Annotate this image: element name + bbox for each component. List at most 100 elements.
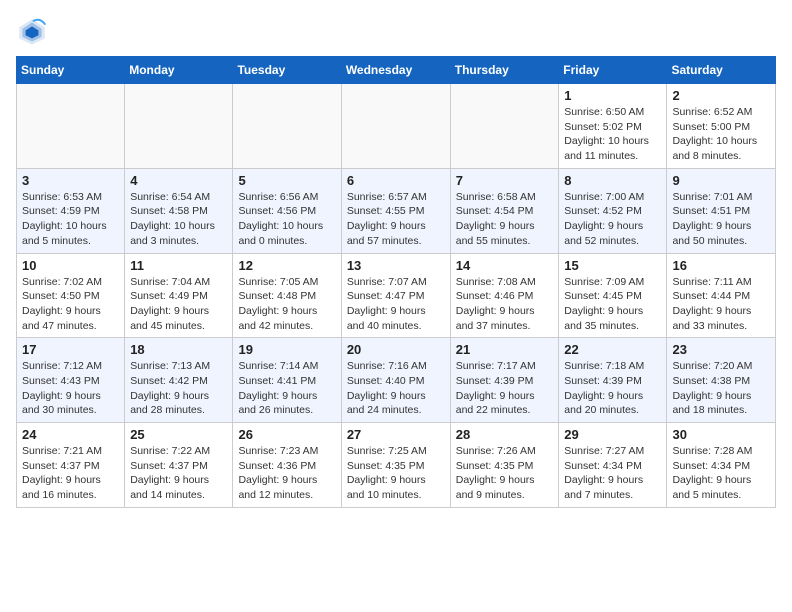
day-info: Sunrise: 7:21 AM Sunset: 4:37 PM Dayligh… (22, 444, 119, 503)
header-monday: Monday (125, 57, 233, 84)
day-info: Sunrise: 7:09 AM Sunset: 4:45 PM Dayligh… (564, 275, 661, 334)
calendar-cell: 23 Sunrise: 7:20 AM Sunset: 4:38 PM Dayli… (667, 338, 776, 423)
day-info: Sunrise: 7:02 AM Sunset: 4:50 PM Dayligh… (22, 275, 119, 334)
header-saturday: Saturday (667, 57, 776, 84)
day-number: 7 (456, 173, 554, 188)
calendar-cell: 6Sunrise: 6:57 AM Sunset: 4:55 PM Daylig… (341, 168, 450, 253)
calendar-cell: 16Sunrise: 7:11 AM Sunset: 4:44 PM Dayli… (667, 253, 776, 338)
day-number: 5 (238, 173, 335, 188)
day-info: Sunrise: 7:05 AM Sunset: 4:48 PM Dayligh… (238, 275, 335, 334)
calendar-cell: 12 Sunrise: 7:05 AM Sunset: 4:48 PM Dayli… (233, 253, 341, 338)
calendar-cell: 9 Sunrise: 7:01 AM Sunset: 4:51 PM Daylig… (667, 168, 776, 253)
calendar-week-3: 10 Sunrise: 7:02 AM Sunset: 4:50 PM Dayli… (17, 253, 776, 338)
calendar-cell: 25 Sunrise: 7:22 AM Sunset: 4:37 PM Dayli… (125, 423, 233, 508)
day-number: 22 (564, 342, 661, 357)
calendar-week-5: 24Sunrise: 7:21 AM Sunset: 4:37 PM Dayli… (17, 423, 776, 508)
calendar-cell: 10 Sunrise: 7:02 AM Sunset: 4:50 PM Dayli… (17, 253, 125, 338)
calendar-header-row: SundayMondayTuesdayWednesdayThursdayFrid… (17, 57, 776, 84)
day-number: 10 (22, 258, 119, 273)
calendar-cell: 22Sunrise: 7:18 AM Sunset: 4:39 PM Dayli… (559, 338, 667, 423)
calendar-cell: 13 Sunrise: 7:07 AM Sunset: 4:47 PM Dayli… (341, 253, 450, 338)
day-number: 17 (22, 342, 119, 357)
day-info: Sunrise: 6:54 AM Sunset: 4:58 PM Dayligh… (130, 190, 227, 249)
calendar-cell: 26 Sunrise: 7:23 AM Sunset: 4:36 PM Dayli… (233, 423, 341, 508)
calendar-cell: 18 Sunrise: 7:13 AM Sunset: 4:42 PM Dayli… (125, 338, 233, 423)
day-number: 15 (564, 258, 661, 273)
calendar-cell: 17 Sunrise: 7:12 AM Sunset: 4:43 PM Dayli… (17, 338, 125, 423)
calendar-cell: 2 Sunrise: 6:52 AM Sunset: 5:00 PM Daylig… (667, 84, 776, 169)
day-info: Sunrise: 7:08 AM Sunset: 4:46 PM Dayligh… (456, 275, 554, 334)
calendar-cell: 20 Sunrise: 7:16 AM Sunset: 4:40 PM Dayli… (341, 338, 450, 423)
day-number: 12 (238, 258, 335, 273)
day-info: Sunrise: 7:13 AM Sunset: 4:42 PM Dayligh… (130, 359, 227, 418)
day-info: Sunrise: 7:11 AM Sunset: 4:44 PM Dayligh… (672, 275, 770, 334)
day-info: Sunrise: 6:50 AM Sunset: 5:02 PM Dayligh… (564, 105, 661, 164)
calendar-week-2: 3 Sunrise: 6:53 AM Sunset: 4:59 PM Daylig… (17, 168, 776, 253)
day-number: 19 (238, 342, 335, 357)
calendar-cell: 7 Sunrise: 6:58 AM Sunset: 4:54 PM Daylig… (450, 168, 559, 253)
day-info: Sunrise: 7:14 AM Sunset: 4:41 PM Dayligh… (238, 359, 335, 418)
calendar-cell: 29 Sunrise: 7:27 AM Sunset: 4:34 PM Dayli… (559, 423, 667, 508)
day-info: Sunrise: 7:25 AM Sunset: 4:35 PM Dayligh… (347, 444, 445, 503)
day-number: 13 (347, 258, 445, 273)
day-info: Sunrise: 7:12 AM Sunset: 4:43 PM Dayligh… (22, 359, 119, 418)
day-info: Sunrise: 6:52 AM Sunset: 5:00 PM Dayligh… (672, 105, 770, 164)
day-number: 20 (347, 342, 445, 357)
calendar-cell: 21 Sunrise: 7:17 AM Sunset: 4:39 PM Dayli… (450, 338, 559, 423)
calendar-cell (17, 84, 125, 169)
day-number: 27 (347, 427, 445, 442)
day-number: 9 (672, 173, 770, 188)
calendar-cell: 1 Sunrise: 6:50 AM Sunset: 5:02 PM Daylig… (559, 84, 667, 169)
header-wednesday: Wednesday (341, 57, 450, 84)
day-number: 25 (130, 427, 227, 442)
day-info: Sunrise: 7:27 AM Sunset: 4:34 PM Dayligh… (564, 444, 661, 503)
header-tuesday: Tuesday (233, 57, 341, 84)
day-number: 29 (564, 427, 661, 442)
day-info: Sunrise: 7:22 AM Sunset: 4:37 PM Dayligh… (130, 444, 227, 503)
day-info: Sunrise: 6:53 AM Sunset: 4:59 PM Dayligh… (22, 190, 119, 249)
day-number: 8 (564, 173, 661, 188)
day-info: Sunrise: 7:17 AM Sunset: 4:39 PM Dayligh… (456, 359, 554, 418)
day-number: 14 (456, 258, 554, 273)
calendar-cell: 11Sunrise: 7:04 AM Sunset: 4:49 PM Dayli… (125, 253, 233, 338)
calendar-cell: 5 Sunrise: 6:56 AM Sunset: 4:56 PM Daylig… (233, 168, 341, 253)
day-info: Sunrise: 6:58 AM Sunset: 4:54 PM Dayligh… (456, 190, 554, 249)
day-number: 3 (22, 173, 119, 188)
day-info: Sunrise: 7:23 AM Sunset: 4:36 PM Dayligh… (238, 444, 335, 503)
calendar-cell: 28Sunrise: 7:26 AM Sunset: 4:35 PM Dayli… (450, 423, 559, 508)
calendar-cell (233, 84, 341, 169)
day-info: Sunrise: 7:28 AM Sunset: 4:34 PM Dayligh… (672, 444, 770, 503)
calendar-cell: 3 Sunrise: 6:53 AM Sunset: 4:59 PM Daylig… (17, 168, 125, 253)
day-info: Sunrise: 6:56 AM Sunset: 4:56 PM Dayligh… (238, 190, 335, 249)
day-info: Sunrise: 7:01 AM Sunset: 4:51 PM Dayligh… (672, 190, 770, 249)
day-info: Sunrise: 7:20 AM Sunset: 4:38 PM Dayligh… (672, 359, 770, 418)
calendar-cell (341, 84, 450, 169)
calendar-cell: 8 Sunrise: 7:00 AM Sunset: 4:52 PM Daylig… (559, 168, 667, 253)
day-number: 4 (130, 173, 227, 188)
calendar-cell: 15 Sunrise: 7:09 AM Sunset: 4:45 PM Dayli… (559, 253, 667, 338)
header-thursday: Thursday (450, 57, 559, 84)
page-header (16, 16, 776, 48)
calendar-cell: 24Sunrise: 7:21 AM Sunset: 4:37 PM Dayli… (17, 423, 125, 508)
day-number: 2 (672, 88, 770, 103)
logo-icon (16, 16, 48, 48)
calendar-cell: 27 Sunrise: 7:25 AM Sunset: 4:35 PM Dayli… (341, 423, 450, 508)
calendar-cell: 30Sunrise: 7:28 AM Sunset: 4:34 PM Dayli… (667, 423, 776, 508)
day-info: Sunrise: 7:07 AM Sunset: 4:47 PM Dayligh… (347, 275, 445, 334)
day-info: Sunrise: 7:00 AM Sunset: 4:52 PM Dayligh… (564, 190, 661, 249)
calendar: SundayMondayTuesdayWednesdayThursdayFrid… (16, 56, 776, 508)
day-number: 21 (456, 342, 554, 357)
day-info: Sunrise: 7:26 AM Sunset: 4:35 PM Dayligh… (456, 444, 554, 503)
day-number: 18 (130, 342, 227, 357)
calendar-cell: 4 Sunrise: 6:54 AM Sunset: 4:58 PM Daylig… (125, 168, 233, 253)
calendar-cell: 14 Sunrise: 7:08 AM Sunset: 4:46 PM Dayli… (450, 253, 559, 338)
calendar-cell (450, 84, 559, 169)
calendar-week-1: 1 Sunrise: 6:50 AM Sunset: 5:02 PM Daylig… (17, 84, 776, 169)
day-number: 6 (347, 173, 445, 188)
calendar-cell (125, 84, 233, 169)
day-number: 1 (564, 88, 661, 103)
day-number: 26 (238, 427, 335, 442)
day-number: 23 (672, 342, 770, 357)
header-friday: Friday (559, 57, 667, 84)
day-info: Sunrise: 7:16 AM Sunset: 4:40 PM Dayligh… (347, 359, 445, 418)
